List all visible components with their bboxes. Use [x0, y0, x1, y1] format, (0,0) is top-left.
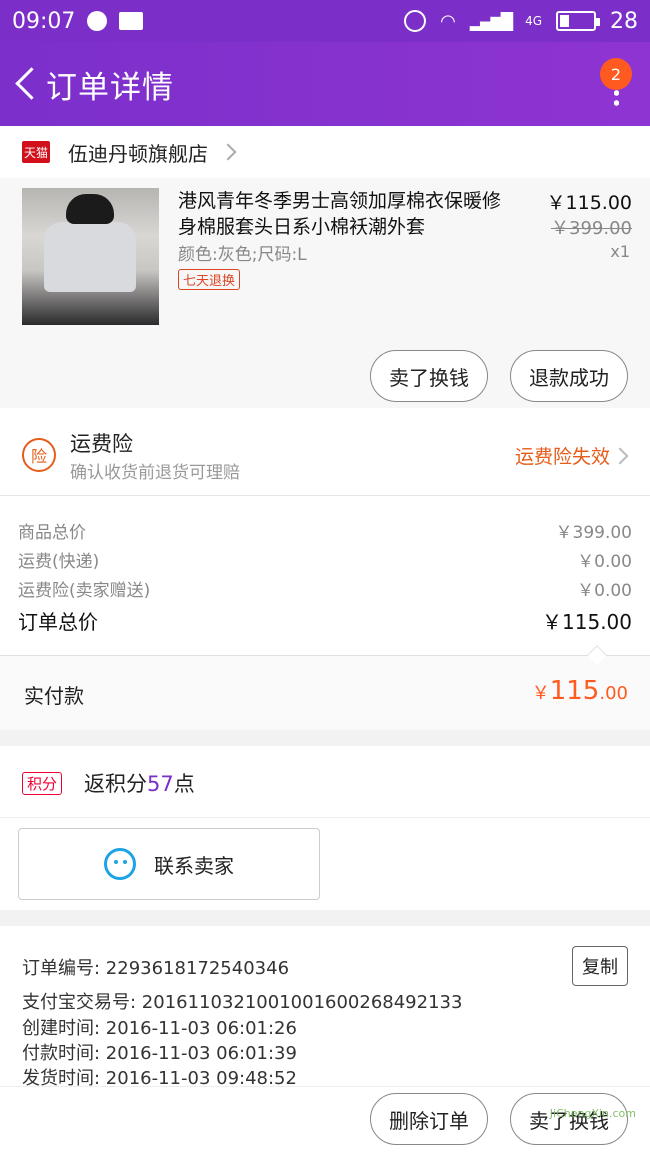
more-menu-button[interactable]: 2: [598, 54, 638, 114]
order-total-value: ￥115.00: [542, 610, 632, 634]
summary-label: 运费险(卖家赠送): [18, 581, 151, 601]
created-time: 创建时间: 2016-11-03 06:01:26: [22, 1018, 297, 1039]
summary-label: 商品总价: [18, 523, 86, 543]
summary-row: 商品总价 ￥399.00: [18, 518, 632, 543]
delete-order-button[interactable]: 删除订单: [370, 1093, 488, 1145]
points-text: 返积分57点: [84, 768, 195, 798]
bottom-action-bar: 删除订单 卖了换钱 JiChengXin.com: [0, 1086, 650, 1155]
order-total-label: 订单总价: [18, 610, 98, 634]
summary-value: ￥399.00: [555, 523, 632, 543]
product-card[interactable]: 港风青年冬季男士高领加厚棉衣保暖修身棉服套头日系小棉袄潮外套 颜色:灰色;尺码:…: [0, 178, 650, 408]
product-title[interactable]: 港风青年冬季男士高领加厚棉衣保暖修身棉服套头日系小棉袄潮外套: [178, 188, 518, 240]
page-title: 订单详情: [46, 69, 174, 106]
refund-success-button[interactable]: 退款成功: [510, 350, 628, 402]
notification-icon: [87, 11, 108, 31]
points-tag: 积分: [22, 772, 63, 795]
points-number: 57: [147, 772, 174, 796]
points-row: 积分 返积分57点: [0, 746, 650, 818]
insurance-title: 运费险: [70, 432, 133, 456]
chevron-right-icon: [611, 447, 629, 465]
status-bar: 09:07 ◠ ▂▄▆█ 4G 28: [0, 0, 650, 42]
contact-seller-label: 联系卖家: [154, 853, 234, 878]
nav-bar: 订单详情 2: [0, 42, 650, 126]
order-total-row: 订单总价 ￥115.00: [18, 606, 632, 635]
insurance-status: 运费险失效: [514, 446, 610, 468]
summary-value: ￥0.00: [577, 581, 632, 601]
more-dots-icon: [614, 88, 619, 110]
watermark: JiChengXin.com: [549, 1107, 636, 1120]
insurance-icon: 险: [22, 438, 56, 472]
alarm-icon: [404, 10, 427, 32]
shop-row[interactable]: 天猫 伍迪丹顿旗舰店: [0, 126, 650, 178]
amount-integer: 115: [549, 676, 600, 706]
paid-time: 付款时间: 2016-11-03 06:01:39: [22, 1043, 297, 1064]
actual-payment-label: 实付款: [24, 684, 84, 708]
tmall-logo-icon: 天猫: [22, 141, 50, 163]
order-number: 订单编号: 2293618172540346: [22, 958, 290, 979]
chevron-right-icon: [219, 143, 237, 161]
contact-area: 联系卖家: [0, 818, 650, 910]
summary-row: 运费(快递) ￥0.00: [18, 547, 632, 572]
order-info: 订单编号: 2293618172540346 复制 支付宝交易号: 201611…: [0, 926, 650, 1089]
return-policy-tag: 七天退换: [178, 269, 241, 290]
notification-badge: 2: [600, 58, 632, 90]
points-prefix: 返积分: [84, 772, 147, 796]
summary-row: 运费险(卖家赠送) ￥0.00: [18, 576, 632, 601]
actual-payment-amount: ￥115.00: [532, 676, 628, 706]
product-quantity: x1: [610, 242, 630, 261]
alipay-transaction-number: 支付宝交易号: 2016110321001001600268492133: [22, 992, 463, 1013]
wifi-icon: ◠: [440, 10, 456, 32]
contact-seller-button[interactable]: 联系卖家: [18, 828, 320, 900]
back-arrow-icon[interactable]: [12, 64, 40, 104]
product-original-price: ￥399.00: [551, 218, 632, 239]
mail-icon: [119, 12, 144, 30]
actual-payment-row: 实付款 ￥115.00: [0, 645, 650, 730]
points-suffix: 点: [173, 772, 195, 796]
product-image[interactable]: [22, 188, 159, 325]
signal-icon: ▂▄▆█: [469, 11, 513, 31]
insurance-subtitle: 确认收货前退货可理赔: [70, 463, 240, 483]
price-summary: 商品总价 ￥399.00 运费(快递) ￥0.00 运费险(卖家赠送) ￥0.0…: [0, 496, 650, 656]
battery-icon: [556, 11, 600, 31]
battery-level-text: 28: [610, 8, 638, 34]
summary-label: 运费(快递): [18, 552, 100, 572]
network-type: 4G: [525, 14, 542, 28]
amount-decimal: .00: [599, 683, 628, 704]
wangwang-chat-icon: [104, 848, 136, 880]
sell-swap-button[interactable]: 卖了换钱: [370, 350, 488, 402]
copy-button[interactable]: 复制: [572, 946, 628, 986]
shop-name: 伍迪丹顿旗舰店: [68, 141, 208, 166]
status-time: 09:07: [12, 8, 76, 34]
currency-symbol: ￥: [531, 683, 550, 704]
summary-value: ￥0.00: [577, 552, 632, 572]
shipping-insurance-row[interactable]: 险 运费险 确认收货前退货可理赔 运费险失效: [0, 408, 650, 496]
product-attributes: 颜色:灰色;尺码:L: [178, 245, 307, 265]
product-price: ￥115.00: [546, 192, 632, 214]
